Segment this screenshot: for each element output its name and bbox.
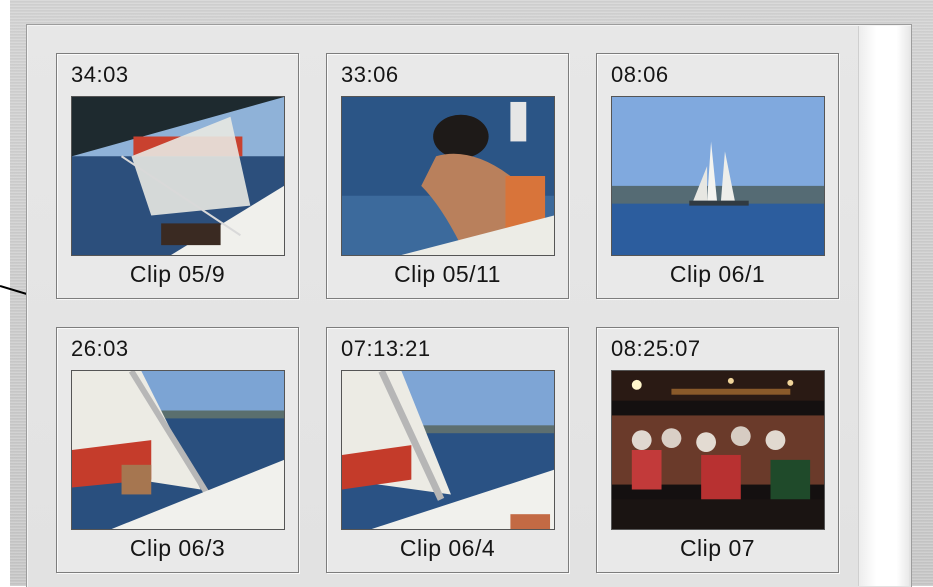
clip-thumbnail[interactable] [341,370,555,530]
clip-thumbnail[interactable] [611,96,825,256]
clip-thumbnail[interactable] [71,370,285,530]
sail-mast-icon [72,371,284,529]
clip-duration: 08:25:07 [611,336,701,361]
clip-name: Clip 05/9 [129,261,226,287]
clip-name: Clip 07 [679,535,756,561]
clip-thumbnail[interactable] [71,96,285,256]
clip-duration: 08:06 [611,62,669,87]
clip-thumbnail[interactable] [611,370,825,530]
clip-thumbnail[interactable] [341,96,555,256]
clip-name: Clip 06/1 [669,261,766,287]
clip-tile[interactable]: 34:03 Clip 05/9 [56,53,299,299]
sailboat-deck-icon [72,97,284,255]
clip-tile[interactable]: 08:25:07 Clip 07 [596,327,839,573]
clip-name: Clip 05/11 [394,261,501,287]
clip-name: Clip 06/3 [129,535,226,561]
clip-tile[interactable]: 26:03 Clip 06/3 [56,327,299,573]
clip-duration: 33:06 [341,62,399,87]
clip-name: Clip 06/4 [399,535,496,561]
clip-tile[interactable]: 07:13:21 Clip 06/4 [326,327,569,573]
night-crowd-icon [612,371,824,529]
clip-duration: 34:03 [71,62,129,87]
sailor-bow-icon [342,97,554,255]
sail-mast-icon [342,371,554,529]
clip-tile[interactable]: 08:06 Clip 06/1 [596,53,839,299]
scrollbar-track[interactable] [858,26,909,586]
clip-duration: 07:13:21 [341,336,431,361]
clip-tile[interactable]: 33:06 Clip 05/11 [326,53,569,299]
sailboat-distance-icon [612,97,824,255]
clip-duration: 26:03 [71,336,129,361]
